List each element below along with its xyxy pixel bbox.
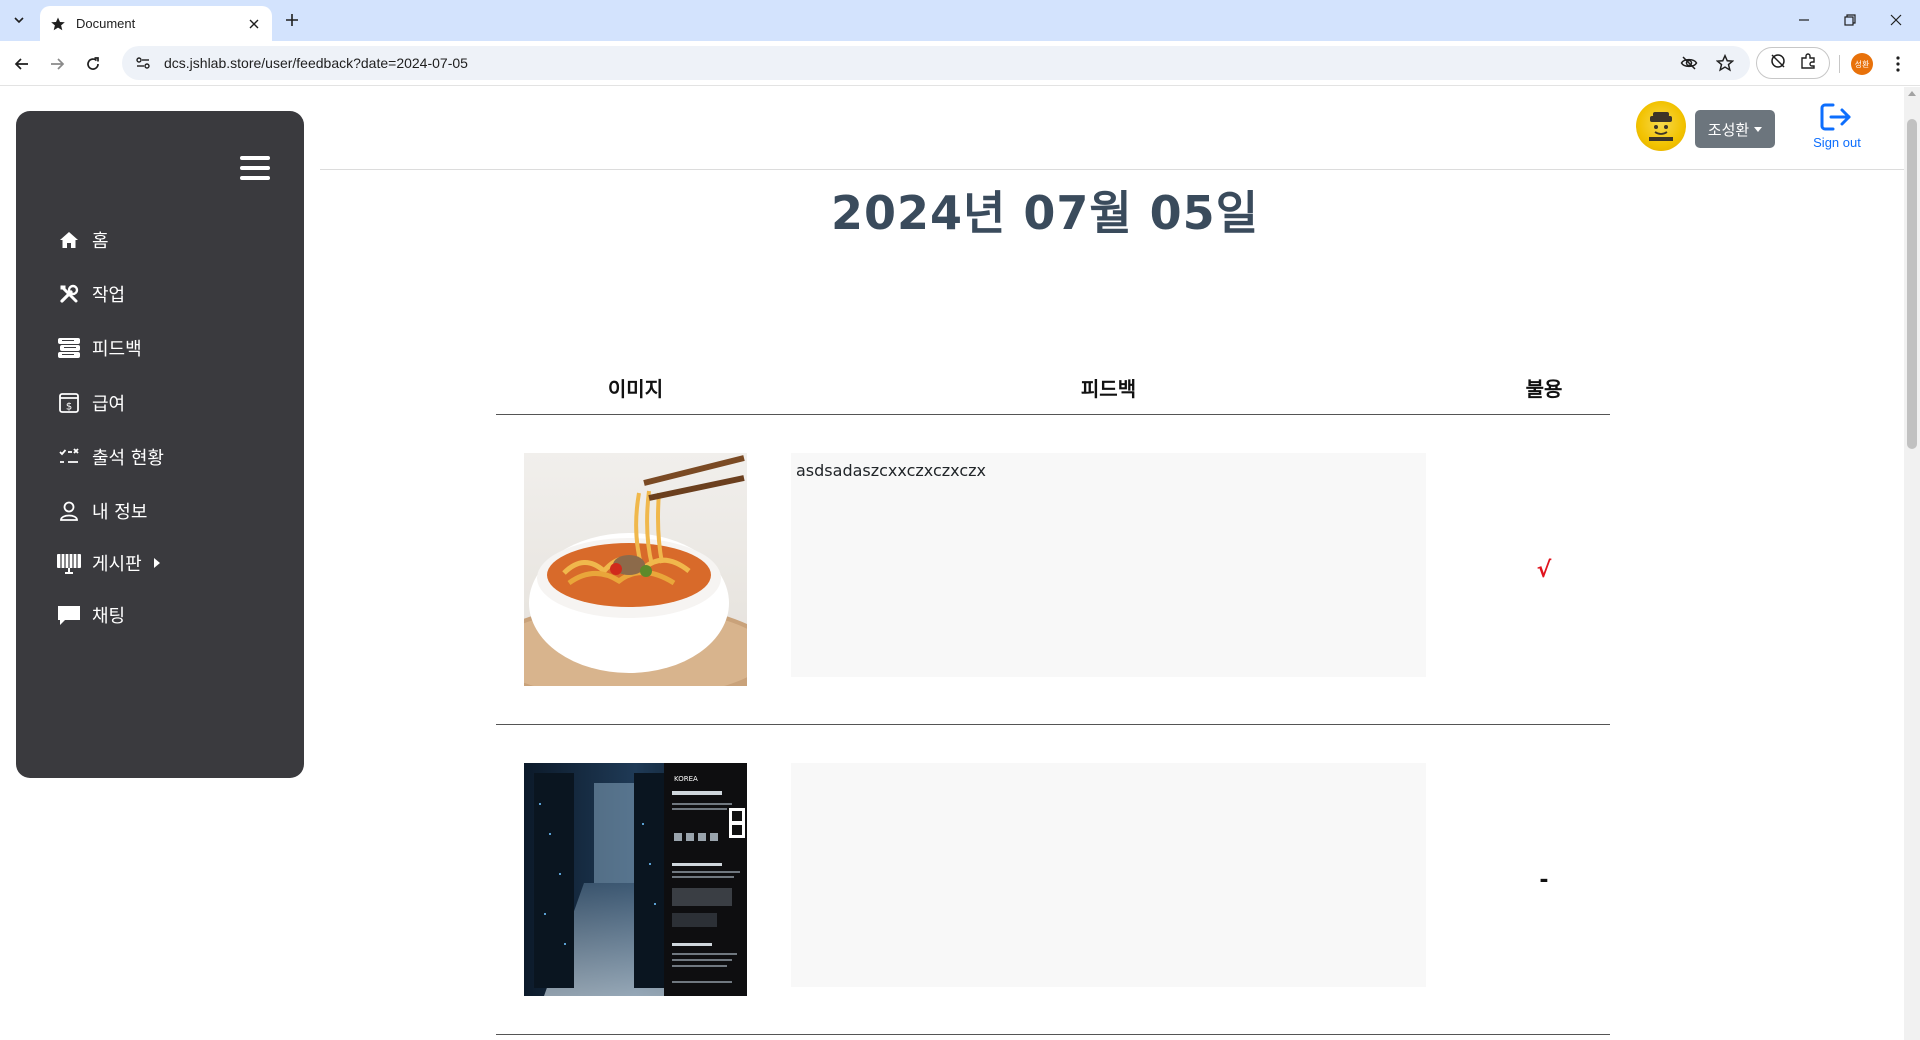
board-icon: [56, 550, 82, 576]
feedback-table: 이미지 피드백 불용 asdsadaszcxxczxczxczx √ KOREA…: [496, 373, 1610, 1035]
reload-button[interactable]: [81, 52, 105, 76]
more-vertical-icon: [1896, 56, 1900, 72]
caret-right-icon: [153, 558, 160, 568]
plus-icon: [286, 14, 298, 26]
signout-label: Sign out: [1813, 135, 1861, 150]
eye-off-icon[interactable]: [1678, 52, 1700, 74]
ramen-bowl-image: [524, 453, 747, 686]
home-icon: [56, 227, 82, 253]
column-header-image: 이미지: [607, 377, 664, 401]
profile-label: 성환: [1854, 59, 1870, 69]
star-icon: [50, 16, 66, 32]
table-header-row: 이미지 피드백 불용: [496, 373, 1610, 415]
sidebar-item-home[interactable]: 홈: [56, 225, 109, 255]
sidebar-item-label: 내 정보: [92, 502, 148, 523]
sidebar-item-label: 피드백: [92, 339, 142, 360]
sidebar-item-salary[interactable]: $ 급여: [56, 388, 125, 418]
close-window-button[interactable]: [1884, 8, 1908, 32]
svg-text:$: $: [66, 402, 72, 413]
new-tab-button[interactable]: [282, 10, 302, 30]
toolbar-divider: [1839, 55, 1840, 73]
tools-icon: [56, 281, 82, 307]
address-bar[interactable]: dcs.jshlab.store/user/feedback?date=2024…: [122, 46, 1750, 80]
restore-button[interactable]: [1838, 8, 1862, 32]
chevron-down-icon: [14, 17, 24, 24]
sidebar-item-profile[interactable]: 내 정보: [56, 496, 147, 526]
feedback-image-server[interactable]: KOREA: [524, 763, 747, 996]
sidebar: 홈 작업 피드백 $ 급여 출석 현황 내 정보 게시판 채팅: [16, 111, 304, 778]
chat-icon: [56, 602, 82, 628]
scrollbar-thumb[interactable]: [1907, 119, 1917, 449]
arrow-right-icon: [51, 58, 65, 70]
disuse-status: -: [1478, 725, 1610, 1035]
column-header-feedback: 피드백: [1080, 377, 1137, 401]
puzzle-extension-icon[interactable]: [1799, 52, 1817, 74]
disuse-check-mark: √: [1536, 557, 1552, 583]
page-title: 2024년 07월 05일: [830, 186, 1260, 240]
disuse-status: √: [1478, 415, 1610, 725]
minimize-button[interactable]: [1792, 8, 1816, 32]
minimize-icon: [1799, 19, 1809, 21]
reload-icon: [87, 57, 99, 70]
user-icon: [56, 498, 82, 524]
dropdown-caret-icon: [1754, 126, 1763, 132]
arrow-left-icon: [14, 58, 28, 70]
extensions-group: [1756, 47, 1830, 79]
browser-toolbar: dcs.jshlab.store/user/feedback?date=2024…: [0, 41, 1920, 86]
profile-avatar[interactable]: 성환: [1851, 53, 1873, 75]
sidebar-item-attendance[interactable]: 출석 현황: [56, 442, 164, 472]
svg-text:KOREA: KOREA: [674, 775, 698, 783]
signout-button[interactable]: Sign out: [1802, 101, 1872, 157]
sidebar-item-board[interactable]: 게시판: [56, 548, 160, 578]
site-settings-icon[interactable]: [134, 54, 152, 72]
avatar-image: [1649, 112, 1673, 141]
tab-search-button[interactable]: [8, 9, 30, 31]
sidebar-item-label: 출석 현황: [92, 448, 164, 469]
sidebar-item-label: 작업: [92, 285, 126, 306]
server-room-poster-image: KOREA: [524, 763, 747, 996]
sidebar-item-label: 채팅: [92, 606, 126, 627]
bookmark-star-icon[interactable]: [1714, 52, 1736, 74]
table-row: KOREA -: [496, 725, 1610, 1035]
sidebar-item-label: 홈: [92, 231, 109, 252]
sidebar-item-chat[interactable]: 채팅: [56, 600, 125, 630]
browser-menu-button[interactable]: [1886, 52, 1910, 76]
back-button[interactable]: [10, 52, 34, 76]
scroll-up-arrow-icon[interactable]: [1908, 91, 1916, 96]
browser-tab[interactable]: Document: [40, 6, 272, 41]
sidebar-item-label: 급여: [92, 394, 126, 415]
attendance-icon: [56, 444, 82, 470]
browser-tab-bar: Document: [0, 0, 1920, 41]
column-header-disuse: 불용: [1525, 377, 1563, 401]
sidebar-item-work[interactable]: 작업: [56, 279, 125, 309]
forward-button[interactable]: [45, 52, 69, 76]
sidebar-item-label: 게시판: [92, 554, 142, 575]
sign-out-icon: [1820, 103, 1851, 131]
feedback-image-ramen[interactable]: [524, 453, 747, 686]
sync-off-icon[interactable]: [1769, 52, 1787, 74]
feedback-text: [791, 763, 1426, 987]
url-text: dcs.jshlab.store/user/feedback?date=2024…: [164, 55, 468, 71]
feedback-text: asdsadaszcxxczxczxczx: [791, 453, 1426, 677]
salary-icon: $: [56, 390, 82, 416]
disuse-dash-mark: -: [1539, 867, 1549, 893]
page-viewport: 홈 작업 피드백 $ 급여 출석 현황 내 정보 게시판 채팅 조성환 Sign…: [0, 87, 1904, 1040]
feedback-icon: [56, 335, 82, 361]
table-row: asdsadaszcxxczxczxczx √: [496, 415, 1610, 725]
hamburger-menu-icon[interactable]: [240, 156, 270, 180]
sidebar-item-feedback[interactable]: 피드백: [56, 333, 142, 363]
close-tab-icon[interactable]: [246, 16, 262, 32]
page-scrollbar[interactable]: [1904, 87, 1920, 1040]
user-menu-button[interactable]: 조성환: [1695, 110, 1775, 148]
restore-icon: [1844, 14, 1856, 26]
top-header: 조성환 Sign out: [320, 87, 1904, 170]
close-icon: [1890, 14, 1902, 26]
tab-title: Document: [76, 16, 136, 31]
user-name: 조성환: [1707, 120, 1750, 139]
user-avatar[interactable]: [1636, 101, 1686, 151]
